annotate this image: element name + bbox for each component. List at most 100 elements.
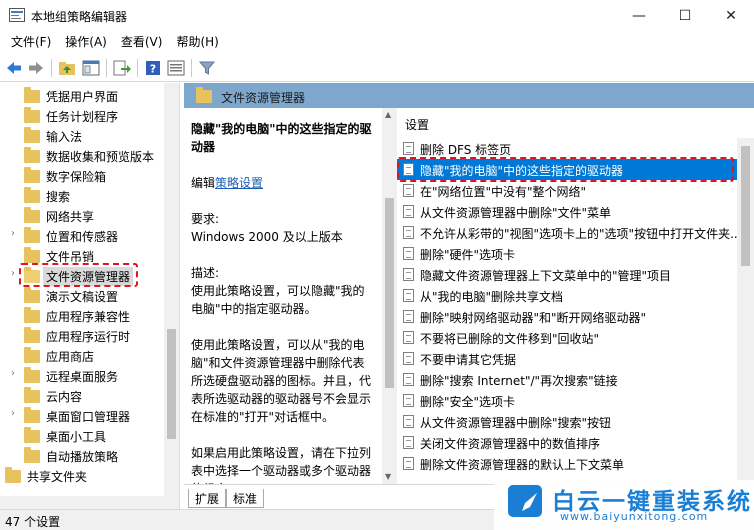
folder-icon (196, 87, 212, 103)
chevron-right-icon[interactable]: › (8, 268, 18, 279)
scroll-down-icon[interactable]: ▼ (385, 472, 391, 481)
list-item[interactable]: 不允许从彩带的"视图"选项卡上的"选项"按钮中打开文件夹... (397, 222, 742, 243)
toolbar-separator (137, 59, 138, 77)
policy-setting-icon (403, 268, 414, 281)
menu-file[interactable]: 文件(F) (4, 31, 58, 53)
window-title: 本地组策略编辑器 (31, 10, 128, 24)
tree-item-label: 网络共享 (46, 210, 95, 224)
list-item[interactable]: 关闭文件资源管理器中的数值排序 (397, 432, 737, 453)
list-item-label: 删除"安全"选项卡 (420, 395, 516, 409)
menu-view[interactable]: 查看(V) (114, 31, 170, 53)
chevron-right-icon[interactable]: › (8, 408, 18, 419)
list-item-label: 删除"硬件"选项卡 (420, 248, 516, 262)
help-icon[interactable]: ? (144, 59, 162, 77)
list-item[interactable]: 不要将已删除的文件移到"回收站" (397, 327, 737, 348)
close-button[interactable]: ✕ (708, 0, 754, 31)
edit-policy-link[interactable]: 策略设置 (215, 176, 263, 190)
list-item-label: 在"网络位置"中没有"整个网络" (420, 185, 587, 199)
settings-column-header[interactable]: 设置 (397, 108, 754, 138)
scrollbar-thumb[interactable] (167, 329, 176, 439)
back-icon[interactable] (5, 59, 23, 77)
tree-vertical-scrollbar[interactable] (164, 83, 179, 509)
list-item[interactable]: 删除"硬件"选项卡 (397, 243, 737, 264)
description-scrollbar[interactable]: ▲ ▼ (382, 108, 397, 484)
list-item[interactable]: 在"网络位置"中没有"整个网络" (397, 180, 737, 201)
filter-icon[interactable] (198, 59, 216, 77)
policy-setting-icon (403, 310, 414, 323)
description-paragraph-1: 使用此策略设置，可以隐藏"我的电脑"中的指定驱动器。 (191, 284, 365, 316)
export-list-icon[interactable] (113, 59, 131, 77)
tree-item-remote-desktop[interactable]: › 远程桌面服务 (0, 365, 166, 385)
show-hide-tree-icon[interactable] (82, 59, 100, 77)
chevron-right-icon[interactable]: › (8, 368, 18, 379)
tree-item-desktop-gadgets[interactable]: 桌面小工具 (0, 425, 166, 445)
list-item[interactable]: 删除"映射网络驱动器"和"断开网络驱动器" (397, 306, 737, 327)
title-bar: 本地组策略编辑器 — ☐ ✕ (0, 0, 754, 31)
policy-setting-icon (403, 289, 414, 302)
maximize-button[interactable]: ☐ (662, 0, 708, 31)
tree-item-location-sensors[interactable]: › 位置和传感器 (0, 225, 166, 245)
tree-horizontal-scrollbar[interactable] (0, 496, 164, 509)
tree-item-label: 演示文稿设置 (46, 290, 119, 304)
list-item[interactable]: 删除"搜索 Internet"/"再次搜索"链接 (397, 369, 737, 390)
policy-setting-icon (403, 457, 414, 470)
folder-icon (24, 327, 40, 343)
tree-item-label: 远程桌面服务 (46, 370, 119, 384)
tree-item-desktop-window-manager[interactable]: › 桌面窗口管理器 (0, 405, 166, 425)
tree-item-app-store[interactable]: 应用商店 (0, 345, 166, 365)
menu-action[interactable]: 操作(A) (58, 31, 114, 53)
policy-setting-icon (403, 394, 414, 407)
scrollbar-thumb[interactable] (741, 146, 750, 266)
forward-icon[interactable] (27, 59, 45, 77)
up-folder-icon[interactable] (58, 59, 76, 77)
list-item[interactable]: 删除文件资源管理器的默认上下文菜单 (397, 453, 737, 474)
list-item[interactable]: 从"我的电脑"删除共享文档 (397, 285, 737, 306)
tab-extended[interactable]: 扩展 (188, 489, 227, 508)
policy-setting-icon (403, 184, 414, 197)
tree-item-task-scheduler[interactable]: 任务计划程序 (0, 105, 166, 125)
list-item[interactable]: 从文件资源管理器中删除"文件"菜单 (397, 201, 737, 222)
tree-item-file-revocation[interactable]: 文件吊销 (0, 245, 166, 265)
tree-item-autoplay-policies[interactable]: 自动播放策略 (0, 445, 166, 465)
minimize-button[interactable]: — (616, 0, 662, 31)
list-item[interactable]: 从文件资源管理器中删除"搜索"按钮 (397, 411, 737, 432)
scrollbar-thumb[interactable] (385, 198, 394, 388)
tree-item-search[interactable]: 搜索 (0, 185, 166, 205)
pane-header: 文件资源管理器 (184, 83, 754, 108)
list-item[interactable]: 不要申请其它凭据 (397, 348, 737, 369)
tree-item-label: 位置和传感器 (46, 230, 119, 244)
scroll-up-icon[interactable]: ▲ (385, 110, 391, 119)
tree-item-data-collection[interactable]: 数据收集和预览版本 (0, 145, 166, 165)
settings-list-scrollbar[interactable] (737, 138, 754, 484)
tree-item-digital-locker[interactable]: 数字保险箱 (0, 165, 166, 185)
tree-item-app-compat[interactable]: 应用程序兼容性 (0, 305, 166, 325)
folder-icon (24, 107, 40, 123)
list-item[interactable]: 删除 DFS 标签页 (397, 138, 737, 159)
folder-icon (24, 387, 40, 403)
policy-setting-icon (403, 436, 414, 449)
list-item-label: 关闭文件资源管理器中的数值排序 (420, 437, 601, 451)
tree-item-cloud-content[interactable]: 云内容 (0, 385, 166, 405)
folder-icon (5, 467, 21, 483)
edit-prefix: 编辑 (191, 176, 216, 190)
toolbar-separator (191, 59, 192, 77)
menu-help[interactable]: 帮助(H) (169, 31, 225, 53)
tree-item-shared-folders[interactable]: 共享文件夹 (0, 465, 166, 485)
policy-setting-icon (403, 205, 414, 218)
properties-icon[interactable] (167, 59, 185, 77)
tab-standard[interactable]: 标准 (226, 489, 265, 508)
tree-item-label: 任务计划程序 (46, 110, 119, 124)
tree-item-presentation-settings[interactable]: 演示文稿设置 (0, 285, 166, 305)
list-item[interactable]: 隐藏文件资源管理器上下文菜单中的"管理"项目 (397, 264, 737, 285)
list-item-label: 不要将已删除的文件移到"回收站" (420, 332, 600, 346)
policy-setting-icon (403, 247, 414, 260)
tree-item-credential-ui[interactable]: 凭据用户界面 (0, 85, 166, 105)
details-pane: 文件资源管理器 隐藏"我的电脑"中的这些指定的驱动器 编辑策略设置 要求: Wi… (184, 83, 754, 509)
tree-item-network-sharing[interactable]: 网络共享 (0, 205, 166, 225)
chevron-right-icon[interactable]: › (8, 228, 18, 239)
tree-item-input-method[interactable]: 输入法 (0, 125, 166, 145)
tree-item-app-runtime[interactable]: 应用程序运行时 (0, 325, 166, 345)
folder-icon (24, 287, 40, 303)
list-item[interactable]: 删除"安全"选项卡 (397, 390, 737, 411)
list-item-label: 删除"映射网络驱动器"和"断开网络驱动器" (420, 311, 647, 325)
